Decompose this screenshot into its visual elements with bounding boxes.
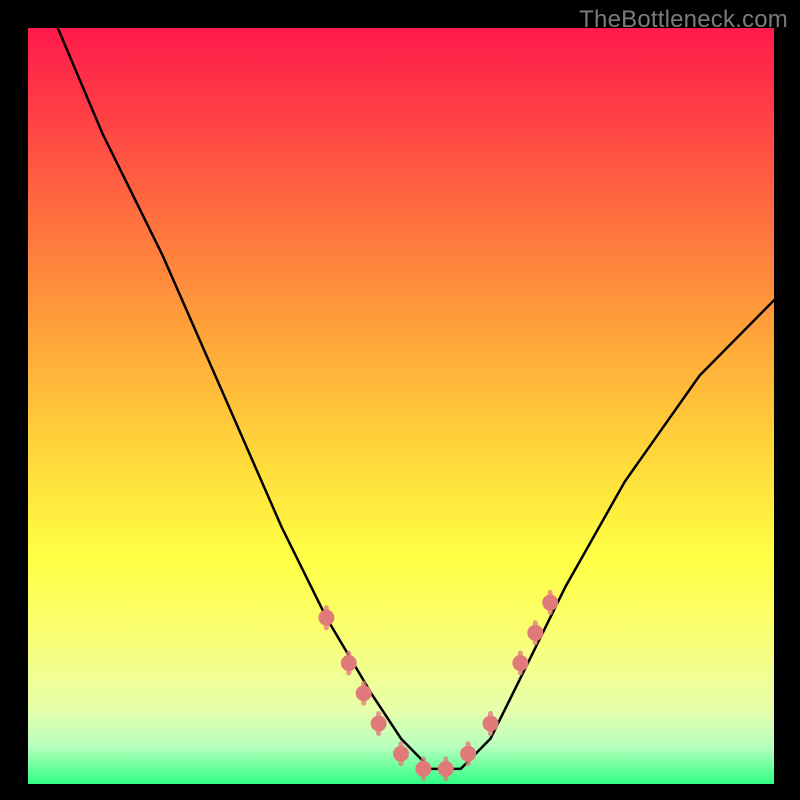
chart-plot-area	[28, 28, 774, 784]
marker-dot	[542, 595, 558, 611]
marker-dot	[371, 716, 387, 732]
marker-dot	[512, 655, 528, 671]
marker-dot	[341, 655, 357, 671]
marker-dot	[356, 685, 372, 701]
marker-dot	[415, 761, 431, 777]
highlighted-markers	[318, 593, 558, 779]
marker-dot	[527, 625, 543, 641]
chart-svg	[28, 28, 774, 784]
marker-dot	[460, 746, 476, 762]
marker-dot	[393, 746, 409, 762]
marker-dot	[318, 610, 334, 626]
marker-dot	[483, 716, 499, 732]
curve-path	[58, 28, 774, 769]
bottleneck-curve	[58, 28, 774, 769]
marker-dot	[438, 761, 454, 777]
watermark-text: TheBottleneck.com	[579, 6, 788, 34]
